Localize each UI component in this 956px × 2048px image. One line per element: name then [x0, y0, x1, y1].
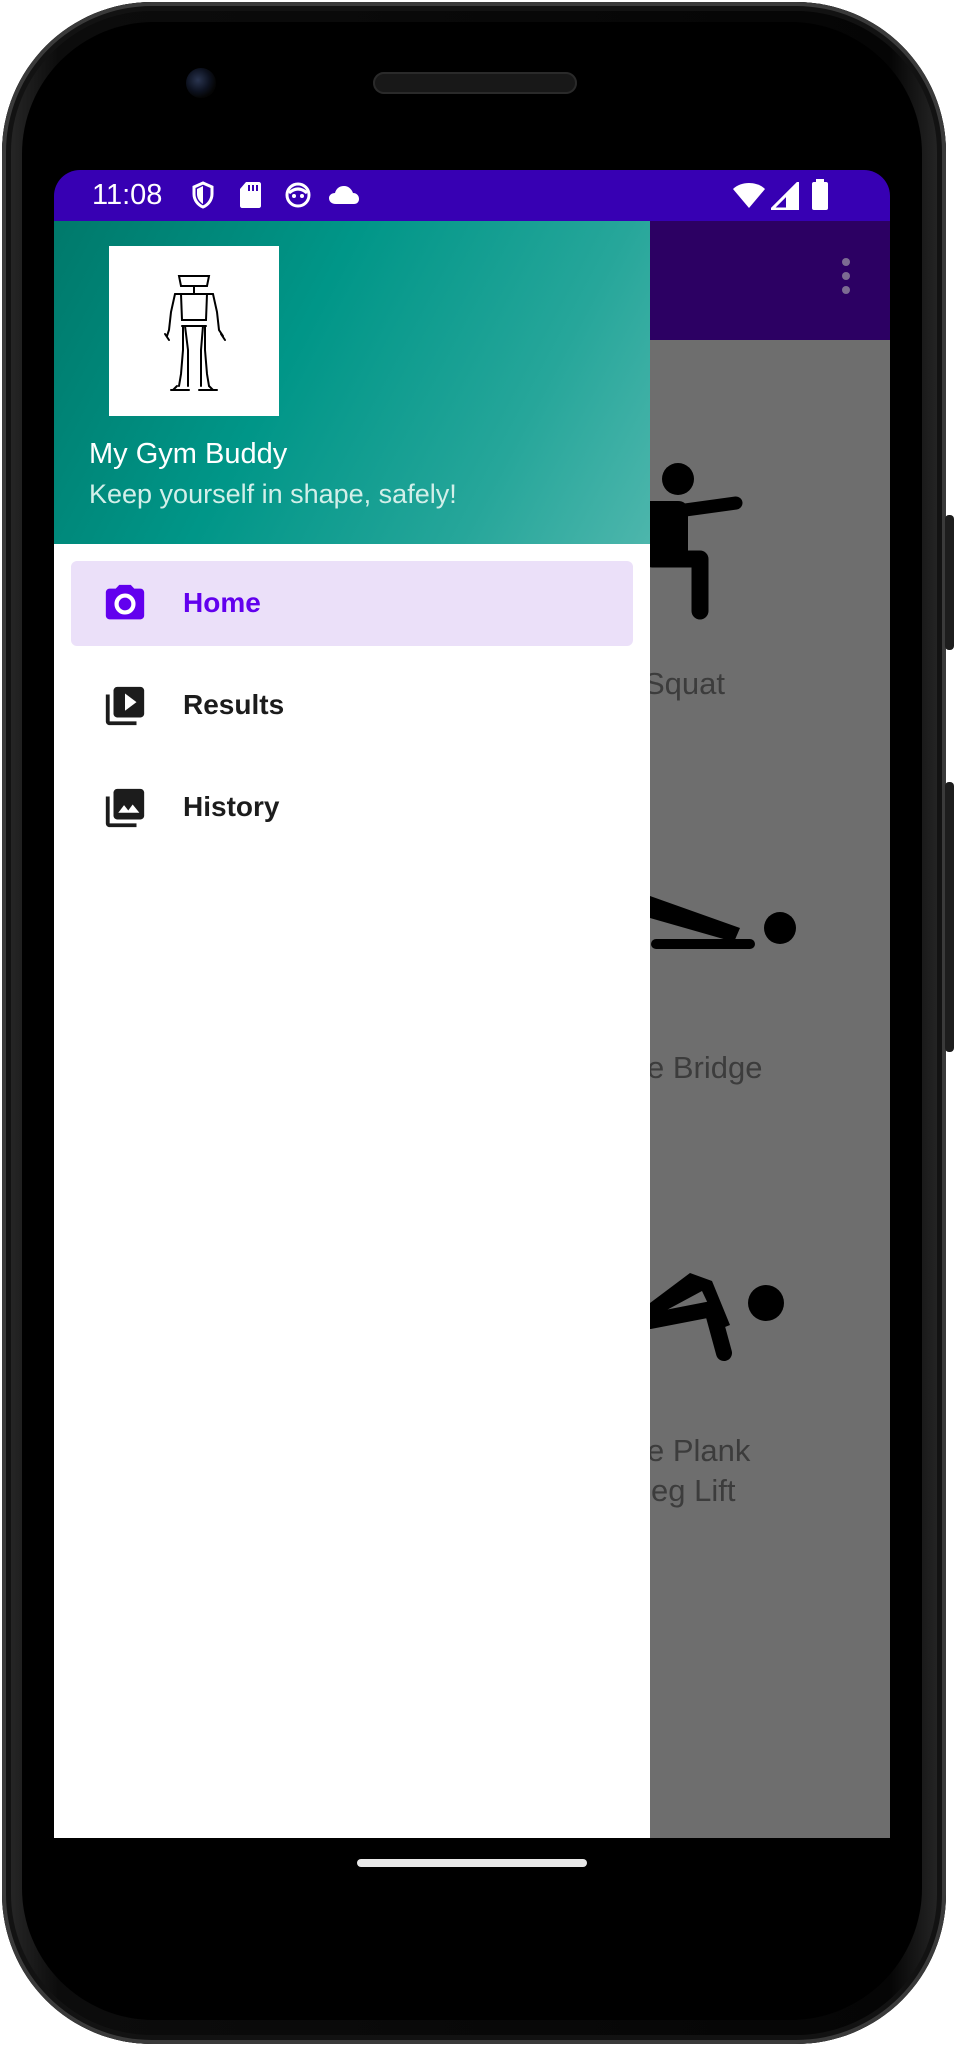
- photo-library-icon: [105, 788, 145, 828]
- exercise-label-squat: Squat: [644, 666, 726, 701]
- nav-label-history: History: [183, 791, 280, 822]
- screen: Squat e Bridge e Plank eg Lift My Gym Bu…: [54, 170, 890, 1838]
- status-bar: 11:08: [54, 170, 890, 221]
- nav-item-history[interactable]: History: [71, 765, 633, 850]
- stick-figure-icon: [164, 275, 226, 391]
- front-camera: [186, 68, 216, 98]
- nav-label-results: Results: [183, 689, 285, 720]
- exercise-label-bridge: e Bridge: [647, 1050, 763, 1085]
- drawer-header: My Gym Buddy Keep yourself in shape, saf…: [54, 221, 650, 544]
- exercise-label-plank-line2: eg Lift: [651, 1473, 736, 1508]
- power-button: [945, 515, 954, 650]
- camera-icon: [105, 584, 145, 620]
- exercise-label-plank-line1: e Plank: [647, 1433, 751, 1468]
- nav-item-home[interactable]: Home: [71, 561, 633, 646]
- volume-button: [945, 782, 954, 1052]
- app-logo: [109, 246, 279, 416]
- navigation-drawer: My Gym Buddy Keep yourself in shape, saf…: [54, 221, 650, 1838]
- bridge-icon: [650, 896, 796, 949]
- squat-icon: [650, 463, 743, 620]
- sd-card-icon: [240, 182, 261, 208]
- plank-icon: [650, 1273, 784, 1361]
- face-icon: [285, 182, 311, 208]
- nav-item-results[interactable]: Results: [71, 663, 633, 748]
- app-title: My Gym Buddy: [89, 438, 288, 470]
- cellular-signal-icon: [771, 182, 799, 210]
- overflow-menu-icon[interactable]: [834, 258, 858, 308]
- battery-icon: [812, 179, 828, 210]
- cloud-icon: [329, 186, 359, 204]
- wifi-icon: [733, 183, 765, 208]
- video-library-icon: [105, 686, 145, 726]
- earpiece-speaker: [373, 72, 577, 94]
- nav-label-home: Home: [183, 587, 261, 618]
- app-subtitle: Keep yourself in shape, safely!: [89, 479, 457, 509]
- shield-icon: [192, 181, 214, 209]
- home-indicator[interactable]: [357, 1859, 587, 1867]
- status-time: 11:08: [92, 179, 163, 211]
